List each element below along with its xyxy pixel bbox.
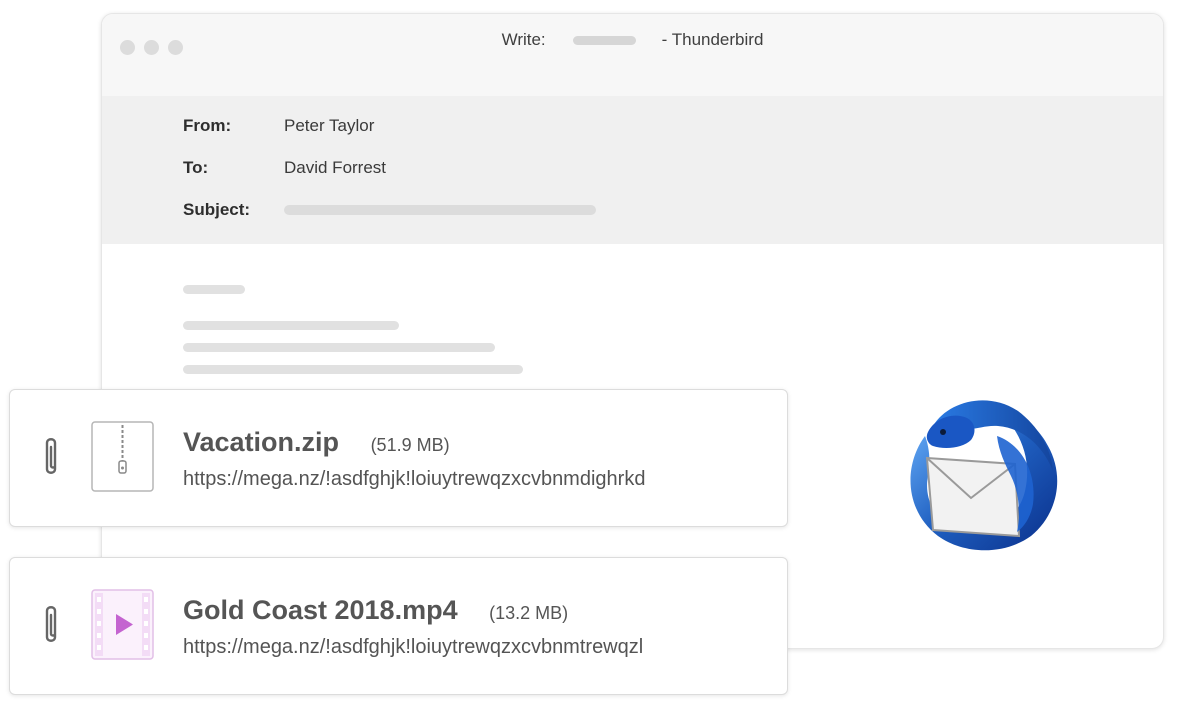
thunderbird-logo [910, 400, 1058, 551]
zip-file-icon [91, 421, 154, 492]
title-prefix: Write: [501, 30, 546, 49]
from-row: From: Peter Taylor [183, 116, 374, 136]
subject-field[interactable] [284, 205, 596, 215]
attachment-card[interactable]: Vacation.zip (51.9 MB) https://mega.nz/!… [9, 389, 788, 527]
video-file-icon [91, 589, 154, 660]
attachment-name: Gold Coast 2018.mp4 (13.2 MB) [183, 595, 568, 626]
title-suffix: - Thunderbird [661, 30, 764, 49]
from-field[interactable]: Peter Taylor [284, 116, 374, 136]
window-title: Write: - Thunderbird [102, 30, 1163, 50]
subject-label: Subject: [183, 200, 251, 219]
message-body-line [183, 285, 245, 294]
attachment-card[interactable]: Gold Coast 2018.mp4 (13.2 MB) https://me… [9, 557, 788, 695]
compose-headers: From: Peter Taylor To: David Forrest Sub… [102, 96, 1163, 244]
title-redacted-subject [572, 35, 636, 45]
to-row: To: David Forrest [183, 158, 386, 178]
message-body-line [183, 365, 523, 374]
attachment-size: (51.9 MB) [370, 435, 450, 455]
paperclip-icon [45, 438, 57, 474]
attachment-link[interactable]: https://mega.nz/!asdfghjk!loiuytrewqzxcv… [183, 468, 645, 491]
subject-row: Subject: [183, 200, 596, 220]
title-bar: Write: - Thunderbird [102, 14, 1163, 96]
to-label: To: [183, 158, 209, 177]
attachment-filename: Vacation.zip [183, 427, 340, 457]
attachment-link[interactable]: https://mega.nz/!asdfghjk!loiuytrewqzxcv… [183, 636, 643, 659]
attachment-size: (13.2 MB) [489, 603, 569, 623]
to-field[interactable]: David Forrest [284, 158, 386, 178]
message-body-line [183, 343, 495, 352]
attachment-name: Vacation.zip (51.9 MB) [183, 427, 450, 458]
paperclip-icon [45, 606, 57, 642]
from-label: From: [183, 116, 232, 135]
message-body-line [183, 321, 399, 330]
attachment-filename: Gold Coast 2018.mp4 [183, 595, 458, 625]
